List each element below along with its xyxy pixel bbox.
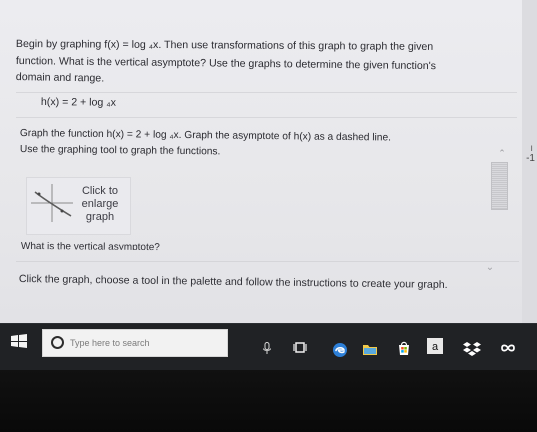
enlarge-graph-label-line-3: graph: [85, 211, 115, 223]
vertical-scrollbar-thumb[interactable]: [491, 162, 508, 210]
screen: ı -1 Begin by graphing f(x) = log ₄x. Th…: [0, 0, 537, 432]
windows-start-icon[interactable]: [11, 334, 27, 348]
graph-thumbnail-icon: [31, 184, 73, 222]
question-page: ı -1 Begin by graphing f(x) = log ₄x. Th…: [0, 0, 537, 323]
store-icon[interactable]: [396, 340, 412, 356]
search-icon: [51, 336, 64, 349]
amazon-icon[interactable]: a: [427, 338, 443, 354]
enlarge-graph-label: Click to enlarge graph: [75, 185, 125, 224]
taskbar-search-placeholder: Type here to search: [70, 338, 150, 348]
vertical-asymptote-question: What is the vertical asymptote?: [20, 241, 160, 254]
graph-instructions: Graph the function h(x) = 2 + log ₄x. Gr…: [20, 126, 490, 170]
enlarge-graph-label-line-1: Click to: [81, 185, 119, 197]
amazon-icon-letter: a: [432, 341, 439, 353]
dropbox-icon[interactable]: [463, 341, 481, 357]
question-text: Begin by graphing f(x) = log ₄x. Then us…: [16, 36, 516, 90]
windows-taskbar: Type here to search a: [0, 323, 537, 371]
microphone-icon[interactable]: [262, 342, 272, 355]
edge-browser-icon[interactable]: [332, 342, 348, 358]
enlarge-graph-button[interactable]: Click to enlarge graph: [26, 177, 131, 235]
instruction-text: Click the graph, choose a tool in the pa…: [18, 273, 448, 291]
bottom-dark-frame: [0, 370, 537, 432]
file-explorer-icon[interactable]: [362, 342, 378, 356]
chevron-up-icon[interactable]: ⌃: [497, 148, 507, 158]
task-view-icon[interactable]: [293, 341, 307, 354]
enlarge-graph-label-line-2: enlarge: [81, 198, 119, 210]
function-display-box: h(x) = 2 + log ₄x: [16, 92, 517, 118]
function-display-text: h(x) = 2 + log ₄x: [40, 96, 116, 109]
amazon-icon-shape: a: [427, 338, 443, 354]
right-gutter-value: -1: [526, 153, 535, 164]
taskbar-search-box[interactable]: Type here to search: [42, 329, 228, 357]
right-gutter: ı -1: [522, 0, 537, 323]
infinity-icon[interactable]: [498, 340, 518, 356]
instruction-bar: Click the graph, choose a tool in the pa…: [16, 261, 519, 320]
